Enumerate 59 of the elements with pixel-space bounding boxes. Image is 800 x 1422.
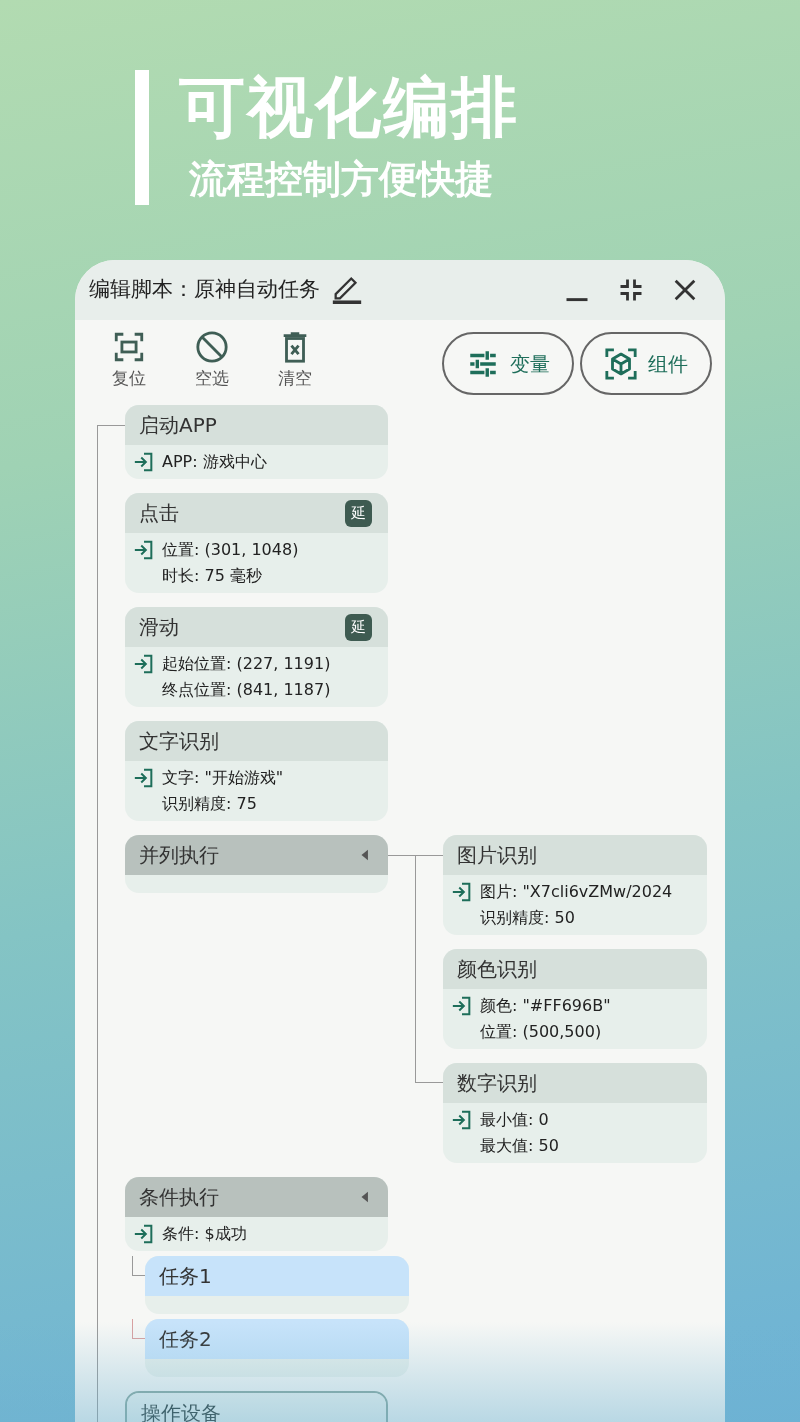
node-title: 任务1: [159, 1263, 213, 1290]
node-param: 位置: (500,500): [480, 1021, 602, 1043]
headline-subtitle: 流程控制方便快捷: [188, 156, 494, 202]
node-card[interactable]: 任务1: [145, 1256, 409, 1314]
headline-title: 可视化编排: [179, 70, 519, 146]
panel-button[interactable]: 变量: [442, 332, 574, 395]
node-title: 点击: [139, 500, 180, 527]
node-title: 操作设备: [141, 1400, 222, 1422]
input-arrow-icon: [451, 995, 473, 1017]
node-title: 文字识别: [139, 728, 220, 755]
node-title: 图片识别: [457, 842, 538, 869]
node-param: 终点位置: (841, 1187): [162, 679, 331, 701]
input-arrow-icon: [451, 1109, 473, 1131]
node-card[interactable]: 任务2: [145, 1319, 409, 1377]
input-arrow-icon: [133, 451, 155, 473]
node-param: 时长: 75 毫秒: [162, 565, 262, 587]
node-param: 颜色: "#FF696B": [480, 995, 611, 1017]
node-card[interactable]: 启动APP APP: 游戏中心: [125, 405, 388, 479]
toolbar-button[interactable]: 复位: [95, 330, 163, 392]
node-param: 起始位置: (227, 1191): [162, 653, 331, 675]
node-card[interactable]: 并列执行: [125, 835, 388, 893]
node-param: 识别精度: 50: [480, 907, 575, 929]
delay-badge: 延: [345, 613, 372, 641]
node-card[interactable]: 颜色识别 颜色: "#FF696B" 位置: (500,500): [443, 949, 707, 1049]
panel-button[interactable]: 组件: [580, 332, 712, 395]
toolbar-button[interactable]: 空选: [178, 330, 246, 392]
node-param: 图片: "X7cli6vZMw/2024: [480, 881, 673, 903]
node-card[interactable]: 点击 延 位置: (301, 1048) 时长: 75 毫秒: [125, 493, 388, 593]
input-arrow-icon: [133, 767, 155, 789]
node-card[interactable]: 条件执行 条件: $成功: [125, 1177, 388, 1251]
node-title: 条件执行: [139, 1184, 220, 1211]
node-card[interactable]: 图片识别 图片: "X7cli6vZMw/2024 识别精度: 50: [443, 835, 707, 935]
input-arrow-icon: [133, 653, 155, 675]
node-param: 位置: (301, 1048): [162, 539, 299, 561]
editor-title: 编辑脚本：原神自动任务: [89, 276, 320, 304]
node-title: 滑动: [139, 614, 180, 641]
node-param: 最小值: 0: [480, 1109, 549, 1131]
ban-icon: [195, 330, 229, 364]
node-title: 数字识别: [457, 1070, 538, 1097]
node-param: APP: 游戏中心: [162, 451, 267, 473]
input-arrow-icon: [133, 539, 155, 561]
node-param: 识别精度: 75: [162, 793, 257, 815]
node-card[interactable]: 数字识别 最小值: 0 最大值: 50: [443, 1063, 707, 1163]
reset-icon: [112, 330, 146, 364]
input-arrow-icon: [451, 881, 473, 903]
delay-badge: 延: [345, 499, 372, 527]
node-title: 并列执行: [139, 842, 220, 869]
node-title: 颜色识别: [457, 956, 538, 983]
node-card[interactable]: 操作设备: [125, 1391, 388, 1422]
node-param: 条件: $成功: [162, 1223, 247, 1245]
node-card[interactable]: 滑动 延 起始位置: (227, 1191) 终点位置: (841, 1187): [125, 607, 388, 707]
node-title: 启动APP: [139, 412, 218, 439]
node-param: 文字: "开始游戏": [162, 767, 284, 789]
node-title: 任务2: [159, 1326, 213, 1353]
toolbar-button[interactable]: 清空: [261, 330, 329, 392]
input-arrow-icon: [133, 1223, 155, 1245]
node-card[interactable]: 文字识别 文字: "开始游戏" 识别精度: 75: [125, 721, 388, 821]
node-param: 最大值: 50: [480, 1135, 559, 1157]
cube-icon: [604, 346, 638, 381]
